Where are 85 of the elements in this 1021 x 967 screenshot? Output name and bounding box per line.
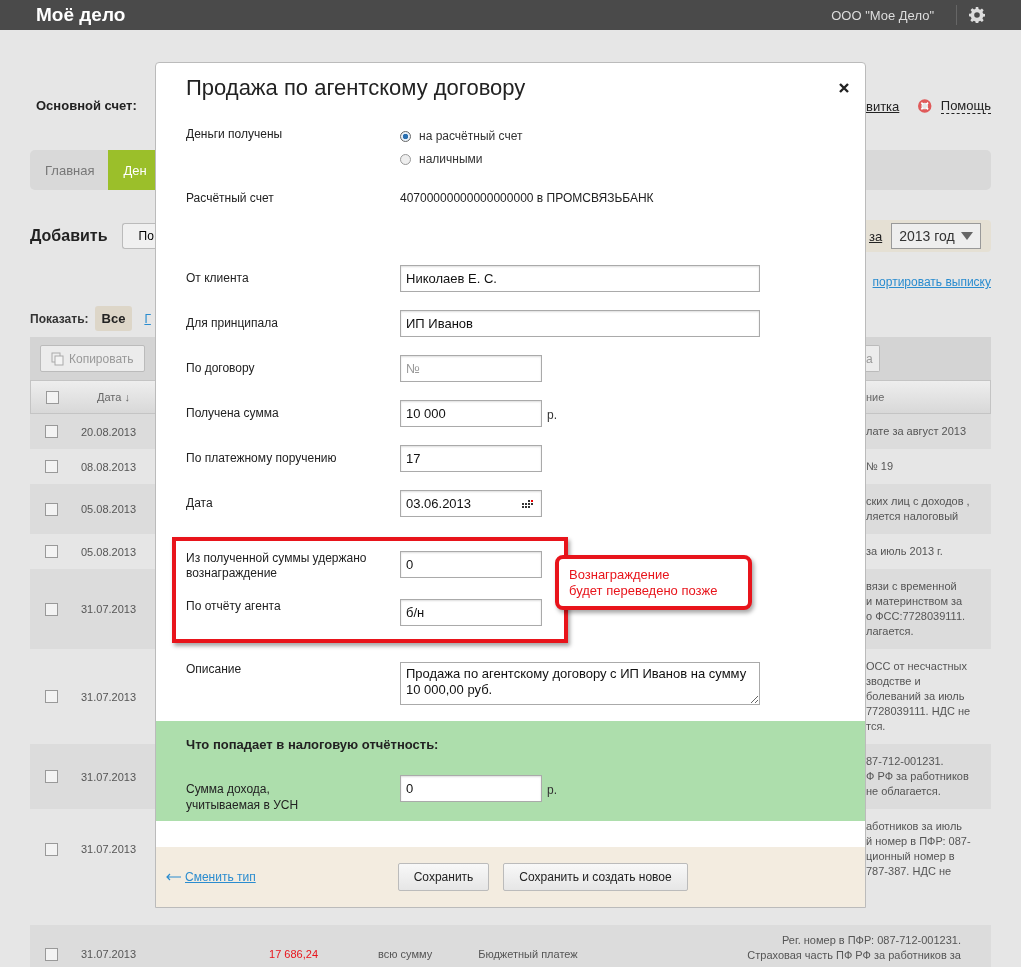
row-checkbox[interactable]	[45, 770, 58, 783]
dialog-button[interactable]: Сохранить и создать новое	[503, 863, 688, 891]
date-field[interactable]: 03.06.2013	[400, 490, 542, 517]
table-cell: № 19	[866, 459, 894, 474]
table-cell: 31.07.2013	[81, 770, 137, 783]
field-label: Деньги получены	[186, 127, 284, 141]
field-label: Из полученной суммы удержано вознаграждение	[186, 551, 368, 581]
copy-icon	[51, 351, 65, 366]
callout-note: Вознаграждение будет переведено позже	[555, 555, 752, 610]
radio-option[interactable]: на расчётный счет	[400, 129, 523, 143]
account-value: 40700000000000000000 в ПРОМСВЯЗЬБАНК	[400, 191, 654, 205]
filter-link[interactable]: Все	[94, 306, 133, 331]
period-link[interactable]: за	[869, 228, 883, 244]
settings-icon[interactable]	[969, 7, 985, 23]
lifebuoy-icon[interactable]	[918, 98, 932, 114]
table-cell: 31.07.2013	[81, 603, 137, 615]
caret-icon	[961, 232, 974, 240]
input-field[interactable]: №	[400, 355, 542, 382]
table-cell: лате за август 2013	[866, 424, 966, 439]
table-cell: всю сумму	[378, 948, 433, 960]
logo[interactable]: Моё дело	[36, 4, 126, 26]
table-cell: Рег. номер в ПФР: 087-712-001231. Страховая часть ПФ РФ за работников за	[747, 933, 961, 963]
table-cell: 87-712-001231. Ф РФ за работников не облагается.	[866, 754, 969, 799]
field-label: Сумма дохода, учитываемая в УСН	[186, 781, 300, 813]
table-cell: 31.07.2013	[81, 843, 137, 855]
row-checkbox[interactable]	[45, 948, 58, 961]
row-checkbox[interactable]	[45, 690, 58, 703]
row-checkbox[interactable]	[45, 842, 58, 856]
row-checkbox[interactable]	[45, 602, 58, 616]
dialog-title: Продажа по агентскому договору	[186, 75, 526, 101]
field-label: По отчёту агента	[186, 599, 282, 614]
field-label: Расчётный счет	[186, 191, 275, 205]
field-label: Дата	[186, 496, 214, 510]
input-field[interactable]: 0	[400, 775, 542, 802]
column-header[interactable]: Дата ↓	[97, 391, 130, 403]
table-cell: ОСС от несчастных зводстве и болеваний за июль 7728039111. НДС не тся.	[866, 659, 971, 734]
table-cell: Бюджетный платеж	[478, 948, 578, 960]
add-label: Добавить	[30, 227, 108, 245]
table-cell: 31.07.2013	[81, 690, 137, 703]
row-checkbox[interactable]	[45, 545, 58, 558]
company-name[interactable]: ООО "Мое Дело"	[831, 7, 934, 23]
close-icon[interactable]	[839, 83, 849, 93]
year-select[interactable]: 2013 год	[891, 223, 982, 249]
table-cell: 05.08.2013	[81, 545, 137, 558]
help-link[interactable]: Помощь	[940, 98, 991, 114]
unit-label: р.	[547, 783, 557, 797]
radio-button[interactable]	[400, 153, 411, 165]
field-label: От клиента	[186, 271, 250, 285]
table-cell: 20.08.2013	[81, 425, 137, 438]
input-field[interactable]: 10 000	[400, 400, 542, 427]
table-cell: 17 686,24	[269, 948, 318, 960]
show-label: Показать:	[30, 311, 89, 326]
field-label: Получена сумма	[186, 406, 280, 420]
row-checkbox[interactable]	[45, 460, 58, 473]
header-link[interactable]: витка	[866, 98, 900, 114]
select-all-checkbox[interactable]	[46, 390, 59, 404]
unit-label: р.	[547, 408, 557, 422]
field-label: Описание	[186, 662, 243, 676]
radio-button[interactable]	[400, 130, 411, 142]
table-cell: 31.07.2013	[81, 948, 137, 960]
input-field[interactable]: 17	[400, 445, 542, 472]
description-field[interactable]: Продажа по агентскому договору с ИП Иванов на сумму 10 000,00 руб.	[400, 662, 760, 705]
table-cell: вязи с временной и материнством за о ФСС:7728039111. лагается.	[866, 579, 966, 639]
dialog-button[interactable]: Сохранить	[397, 863, 490, 891]
calendar-icon[interactable]	[522, 500, 534, 508]
arrow-left-icon	[166, 873, 182, 881]
table-cell: ских лиц с доходов , ляется налоговый	[866, 494, 970, 524]
add-button[interactable]: По	[121, 223, 155, 249]
input-field[interactable]: ИП Иванов	[400, 310, 760, 337]
radio-option[interactable]: наличными	[400, 152, 523, 166]
input-field[interactable]: Николаев Е. С.	[400, 265, 760, 292]
field-label: По платежному поручению	[186, 451, 338, 465]
input-field[interactable]: 0	[400, 551, 542, 578]
field-label: Для принципала	[186, 316, 279, 330]
column-header[interactable]: ние	[866, 391, 885, 403]
field-label: По договору	[186, 361, 256, 375]
account-label: Основной счет:	[36, 98, 138, 114]
row-checkbox[interactable]	[45, 425, 58, 438]
section-title: Что попадает в налоговую отчётность:	[186, 737, 440, 752]
row-checkbox[interactable]	[45, 502, 58, 516]
table-cell: за июль 2013 г.	[866, 544, 943, 559]
input-field[interactable]: б/н	[400, 599, 542, 626]
table-cell: 08.08.2013	[81, 460, 137, 473]
table-cell: аботников за июль й номер в ПФР: 087- ционный номер в 787-387. НДС не	[866, 819, 971, 879]
table-cell: 05.08.2013	[81, 503, 137, 515]
